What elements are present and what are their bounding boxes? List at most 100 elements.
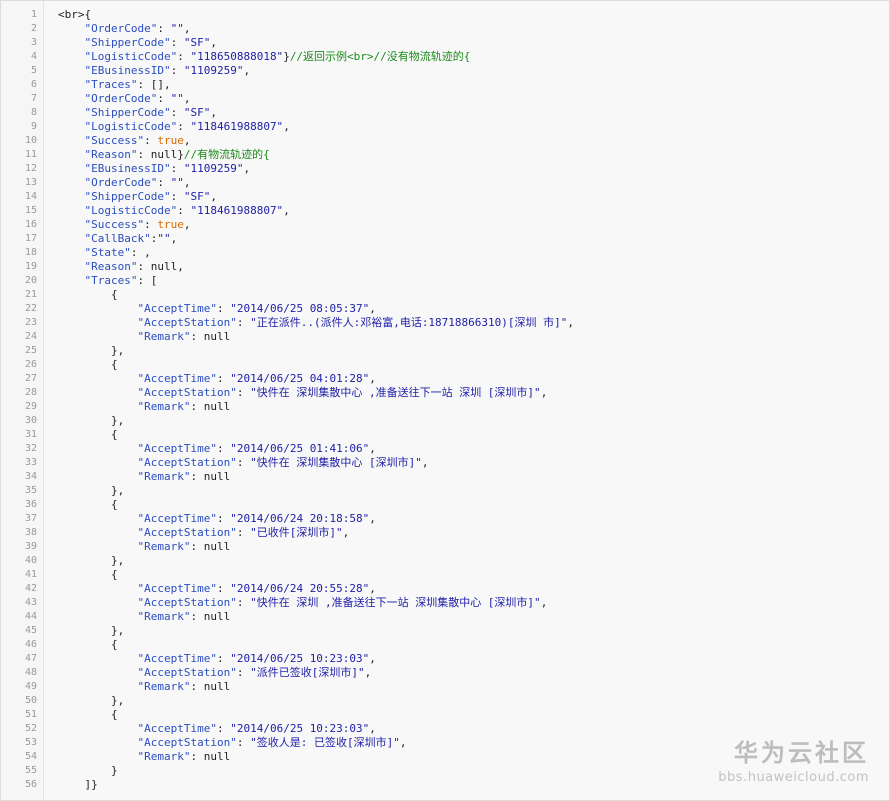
line-number: 14 bbox=[24, 191, 37, 202]
code-token-key: "AcceptTime" bbox=[137, 302, 217, 315]
code-token-punc: : , bbox=[130, 246, 151, 259]
code-token-key: "Remark" bbox=[137, 330, 191, 343]
code-token-punc bbox=[58, 456, 137, 469]
code-row: 37 "AcceptTime": "2014/06/24 20:18:58", bbox=[1, 512, 889, 526]
code-token-punc bbox=[58, 204, 85, 217]
code-token-punc: : bbox=[236, 456, 251, 469]
code-row: 19 "Reason": null, bbox=[1, 260, 889, 274]
line-number: 28 bbox=[24, 387, 37, 398]
code-token-punc: : null bbox=[190, 750, 231, 763]
code-token-punc: : bbox=[236, 386, 251, 399]
code-token-punc: , bbox=[369, 372, 376, 385]
code-token-punc bbox=[58, 610, 137, 623]
code-row: 24 "Remark": null bbox=[1, 330, 889, 344]
code-token-punc: : bbox=[236, 666, 251, 679]
code-row: 47 "AcceptTime": "2014/06/25 10:23:03", bbox=[1, 652, 889, 666]
code-token-punc bbox=[58, 512, 137, 525]
code-text: "State": , bbox=[58, 246, 151, 260]
code-text: "CallBack":"", bbox=[58, 232, 178, 246]
line-number: 42 bbox=[24, 583, 37, 594]
code-token-str: "118650888018" bbox=[190, 50, 284, 63]
code-row: 43 "AcceptStation": "快件在 深圳 ,准备送往下一站 深圳集… bbox=[1, 596, 889, 610]
code-text: { bbox=[58, 358, 118, 372]
code-token-punc bbox=[58, 92, 85, 105]
code-token-key: "Remark" bbox=[137, 750, 191, 763]
code-token-punc bbox=[58, 120, 85, 133]
code-token-punc: , bbox=[369, 722, 376, 735]
code-token-punc bbox=[58, 232, 85, 245]
code-token-punc: : bbox=[216, 442, 231, 455]
code-token-punc: , bbox=[183, 22, 191, 35]
code-token-punc: }, bbox=[58, 484, 125, 497]
code-token-punc bbox=[58, 260, 85, 273]
code-token-punc: : null bbox=[190, 330, 231, 343]
code-token-punc: , bbox=[243, 162, 251, 175]
code-text: }, bbox=[58, 624, 124, 638]
code-token-punc: , bbox=[567, 316, 575, 329]
line-number: 22 bbox=[24, 303, 37, 314]
line-number: 18 bbox=[24, 247, 37, 258]
code-row: 51 { bbox=[1, 708, 889, 722]
code-token-punc bbox=[58, 316, 137, 329]
code-token-punc: , bbox=[540, 596, 548, 609]
code-token-key: "Reason" bbox=[84, 260, 138, 273]
code-token-punc: : bbox=[170, 106, 184, 119]
code-token-key: "AcceptStation" bbox=[137, 736, 237, 749]
code-token-str: "SF" bbox=[183, 36, 211, 49]
code-text: "LogisticCode": "118650888018"}//返回示例<br… bbox=[58, 50, 471, 64]
code-token-punc: { bbox=[58, 708, 118, 721]
code-text: "AcceptStation": "派件已签收[深圳市]", bbox=[58, 666, 371, 680]
line-number: 49 bbox=[24, 681, 37, 692]
code-token-key: "Reason" bbox=[84, 148, 138, 161]
code-token-punc: }, bbox=[58, 414, 125, 427]
code-token-punc: : bbox=[144, 218, 158, 231]
line-number: 23 bbox=[24, 317, 37, 328]
code-token-str: "SF" bbox=[183, 106, 211, 119]
code-row: 35 }, bbox=[1, 484, 889, 498]
code-row: 11 "Reason": null}//有物流轨迹的{ bbox=[1, 148, 889, 162]
code-token-str: "2014/06/25 04:01:28" bbox=[230, 372, 370, 385]
line-number: 47 bbox=[24, 653, 37, 664]
code-row: 49 "Remark": null bbox=[1, 680, 889, 694]
code-row: 15 "LogisticCode": "118461988807", bbox=[1, 204, 889, 218]
code-row: 28 "AcceptStation": "快件在 深圳集散中心 ,准备送往下一站… bbox=[1, 386, 889, 400]
code-token-punc: , bbox=[183, 92, 191, 105]
code-row: 20 "Traces": [ bbox=[1, 274, 889, 288]
code-token-punc: , bbox=[210, 106, 217, 119]
code-row: 2 "OrderCode": "", bbox=[1, 22, 889, 36]
code-token-punc bbox=[58, 22, 85, 35]
code-row: 1 <br>{ bbox=[1, 8, 889, 22]
line-number: 17 bbox=[24, 233, 37, 244]
code-token-punc bbox=[58, 540, 137, 553]
code-token-key: "AcceptTime" bbox=[137, 442, 217, 455]
code-token-punc bbox=[58, 36, 85, 49]
code-token-comment: //返回示例<br>//没有物流轨迹的{ bbox=[289, 50, 471, 63]
code-row: 21 { bbox=[1, 288, 889, 302]
line-number: 11 bbox=[24, 149, 37, 160]
line-number: 13 bbox=[24, 177, 37, 188]
code-token-punc: , bbox=[210, 36, 217, 49]
code-token-punc bbox=[58, 78, 85, 91]
line-number: 25 bbox=[24, 345, 37, 356]
code-token-punc bbox=[58, 246, 85, 259]
code-token-key: "LogisticCode" bbox=[84, 120, 178, 133]
code-text: <br>{ bbox=[58, 8, 91, 22]
code-token-str: "2014/06/25 01:41:06" bbox=[230, 442, 370, 455]
code-row: 32 "AcceptTime": "2014/06/25 01:41:06", bbox=[1, 442, 889, 456]
line-number: 32 bbox=[24, 443, 37, 454]
code-token-punc: , bbox=[283, 120, 290, 133]
code-token-punc: : null bbox=[190, 540, 231, 553]
code-token-punc: , bbox=[243, 64, 251, 77]
code-token-punc: : [], bbox=[137, 78, 171, 91]
code-token-str: "SF" bbox=[183, 190, 211, 203]
code-row: 7 "OrderCode": "", bbox=[1, 92, 889, 106]
code-token-punc bbox=[58, 372, 137, 385]
code-token-punc: { bbox=[58, 358, 118, 371]
code-token-str: "快件在 深圳集散中心 ,准备送往下一站 深圳 [深圳市]" bbox=[250, 386, 541, 399]
code-text: "Remark": null bbox=[58, 330, 230, 344]
code-text: "EBusinessID": "1109259", bbox=[58, 162, 251, 176]
code-token-punc: , bbox=[369, 442, 376, 455]
code-token-str: "2014/06/25 10:23:03" bbox=[230, 652, 370, 665]
code-text: "AcceptStation": "快件在 深圳 ,准备送往下一站 深圳集散中心… bbox=[58, 596, 547, 610]
code-row: 29 "Remark": null bbox=[1, 400, 889, 414]
